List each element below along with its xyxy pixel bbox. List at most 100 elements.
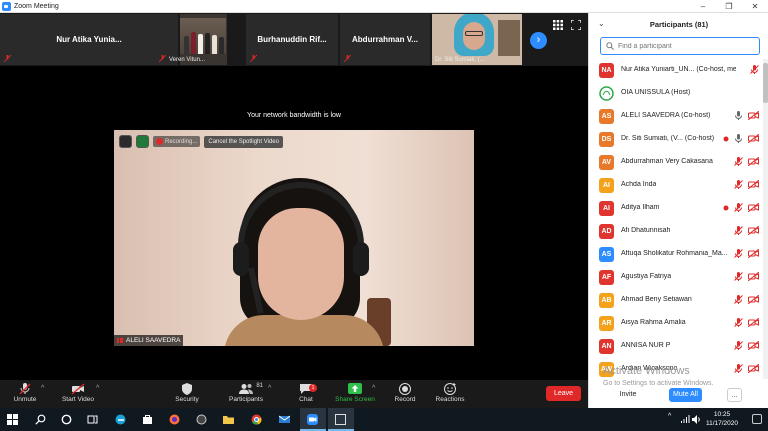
mic-muted-icon[interactable] (734, 157, 743, 166)
participant-row[interactable]: AI Aditya Ilham (589, 197, 761, 220)
taskbar-task-view[interactable] (80, 408, 106, 431)
start-button[interactable] (0, 408, 26, 431)
mic-on-icon[interactable] (734, 111, 743, 120)
participant-row[interactable]: DS Dr. Siti Sumiati, (V... (Co-host) (589, 128, 761, 151)
taskbar-chrome[interactable] (244, 408, 270, 431)
unmute-label: Unmute (13, 396, 37, 403)
tray-overflow-chevron[interactable]: ^ (668, 413, 671, 420)
participants-button[interactable]: 81 Participants (227, 380, 265, 408)
video-off-icon[interactable] (748, 272, 759, 281)
search-input[interactable] (618, 42, 748, 50)
participant-row[interactable]: AF Agustiya Fatriya (589, 266, 761, 289)
taskbar-zoom[interactable] (300, 408, 326, 431)
mic-muted-icon[interactable] (734, 295, 743, 304)
video-off-icon[interactable] (748, 318, 759, 327)
participant-list: NA Nur Atika Yuniarti_UN... (Co-host, me)… (589, 59, 761, 379)
next-page-button[interactable]: › (530, 32, 547, 49)
participant-avatar: AV (599, 155, 614, 170)
participant-row[interactable]: AI Achda Inda (589, 174, 761, 197)
taskbar-edge[interactable] (108, 408, 134, 431)
video-off-icon[interactable] (748, 203, 759, 212)
mic-muted-icon[interactable] (734, 180, 743, 189)
security-button[interactable]: Security (172, 380, 202, 408)
taskbar-file-explorer[interactable] (216, 408, 242, 431)
video-off-icon[interactable] (748, 111, 759, 120)
taskbar-mail[interactable] (272, 408, 298, 431)
taskbar-active-app[interactable] (328, 408, 354, 431)
gallery-tile[interactable]: Nur Atika Yunia... (0, 14, 178, 65)
action-center-icon[interactable] (752, 414, 762, 424)
participant-avatar: NA (599, 63, 614, 78)
mic-muted-icon[interactable] (750, 65, 759, 74)
taskbar-search[interactable] (28, 408, 54, 431)
participant-status-icons (750, 65, 759, 74)
gallery-tile[interactable]: Abdurrahman V... (340, 14, 430, 65)
gallery-tile[interactable]: Burhanuddin Rif... (246, 14, 338, 65)
start-video-button[interactable]: Start Video (60, 380, 96, 408)
participant-row[interactable]: AR Aisya Rahma Amalia (589, 312, 761, 335)
participant-row[interactable]: AS Aftuqa Sholikatur Rohmania_Ma... (589, 243, 761, 266)
unmute-button[interactable]: Unmute (8, 380, 42, 408)
audio-options-caret[interactable]: ^ (41, 385, 44, 392)
close-button[interactable]: ✕ (742, 0, 768, 13)
participant-row[interactable]: AS ALELI SAAVEDRA (Co-host) (589, 105, 761, 128)
network-icon[interactable] (680, 415, 690, 424)
mic-muted-icon[interactable] (734, 226, 743, 235)
chat-button[interactable]: 1 Chat (294, 380, 318, 408)
taskbar-firefox[interactable] (162, 408, 188, 431)
info-icon[interactable] (119, 135, 132, 148)
video-off-icon[interactable] (748, 157, 759, 166)
invite-button[interactable]: Invite (614, 388, 642, 402)
mic-muted-icon[interactable] (734, 364, 743, 373)
share-options-caret[interactable]: ^ (372, 385, 375, 392)
video-off-icon[interactable] (748, 226, 759, 235)
mic-muted-icon[interactable] (734, 341, 743, 350)
participant-row[interactable]: AV Abdurrahman Very Cakasana (589, 151, 761, 174)
participant-row[interactable]: AB Ahmad Beny Setiawan (589, 289, 761, 312)
video-options-caret[interactable]: ^ (96, 385, 99, 392)
more-options-button[interactable]: ... (727, 388, 742, 402)
encryption-shield-icon[interactable] (136, 135, 149, 148)
record-button[interactable]: Record (393, 380, 417, 408)
share-screen-button[interactable]: Share Screen (334, 380, 376, 408)
clock-date: 11/17/2020 (705, 420, 739, 427)
participant-search[interactable] (600, 37, 760, 55)
participant-row[interactable]: OIA UNISSULA (Host) (589, 82, 761, 105)
video-off-icon[interactable] (748, 341, 759, 350)
fullscreen-icon[interactable] (571, 20, 581, 30)
mic-muted-icon[interactable] (734, 203, 743, 212)
task-view-icon (87, 415, 98, 424)
video-off-icon[interactable] (748, 180, 759, 189)
mic-muted-icon[interactable] (734, 272, 743, 281)
maximize-button[interactable]: ❐ (716, 0, 742, 13)
taskbar-store[interactable] (135, 408, 161, 431)
participants-options-caret[interactable]: ^ (268, 385, 271, 392)
video-off-icon[interactable] (748, 249, 759, 258)
participant-avatar: AS (599, 247, 614, 262)
leave-button[interactable]: Leave (546, 386, 581, 401)
mic-on-icon[interactable] (734, 134, 743, 143)
gallery-tile-video[interactable]: Dr. Siti Sumiati, (... (432, 14, 522, 65)
scrollbar-thumb[interactable] (763, 63, 768, 103)
video-off-icon[interactable] (748, 134, 759, 143)
minimize-button[interactable]: – (690, 0, 716, 13)
headset-earcup-left (233, 242, 249, 276)
video-off-icon[interactable] (748, 295, 759, 304)
participant-row[interactable]: AN ANNISA NUR P (589, 335, 761, 358)
mic-muted-icon[interactable] (734, 318, 743, 327)
reactions-button[interactable]: Reactions (434, 380, 466, 408)
mic-muted-icon[interactable] (734, 249, 743, 258)
spotlight-video[interactable]: Recording... Cancel the Spotlight Video … (114, 130, 474, 346)
participant-row[interactable]: AD Afi Dhatunnisah (589, 220, 761, 243)
taskbar-app[interactable] (189, 408, 215, 431)
participants-icon: 81 (239, 383, 263, 395)
participant-list-scrollbar[interactable] (763, 59, 768, 379)
taskbar-cortana[interactable] (54, 408, 80, 431)
participant-row[interactable]: NA Nur Atika Yuniarti_UN... (Co-host, me) (589, 59, 761, 82)
cancel-spotlight-button[interactable]: Cancel the Spotlight Video (204, 135, 283, 148)
mute-all-button[interactable]: Mute All (669, 388, 702, 402)
gallery-grid-icon[interactable] (553, 20, 563, 30)
participant-avatar: AF (599, 270, 614, 285)
video-off-icon[interactable] (748, 364, 759, 373)
taskbar-clock[interactable]: 10:25 11/17/2020 (700, 410, 744, 428)
